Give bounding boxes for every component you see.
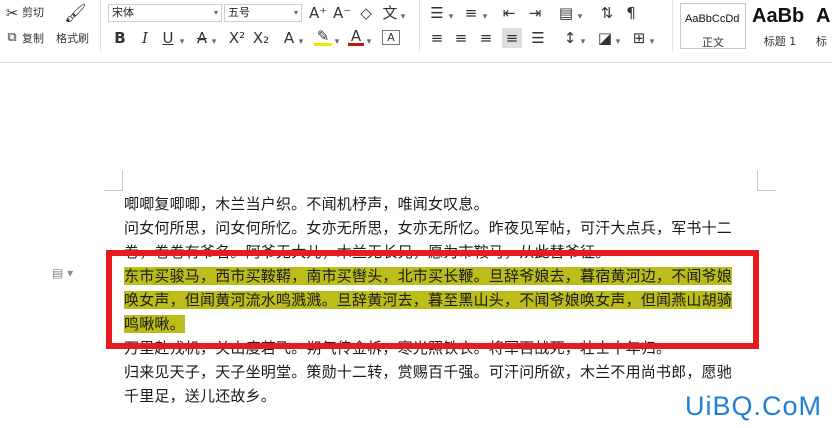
underline-icon[interactable]: U xyxy=(160,30,176,46)
text-effect-icon[interactable]: A xyxy=(281,30,297,46)
strikethrough-icon[interactable]: A xyxy=(194,30,210,46)
scissors-icon[interactable]: ✂ xyxy=(4,5,20,21)
paragraph-line: 归来见天子，天子坐明堂。策勋十二转，赏赐百千强。可汗问所欲，木兰不用尚书郎，愿驰 xyxy=(124,363,733,381)
chevron-down-icon[interactable]: ▾ xyxy=(399,9,407,25)
paragraph-menu-icon[interactable]: ▤ ▾ xyxy=(52,266,73,280)
font-name-value: 宋体 xyxy=(112,6,134,19)
font-color-icon[interactable]: A xyxy=(348,29,364,46)
chevron-down-icon[interactable]: ▾ xyxy=(576,9,584,25)
style-heading-2[interactable]: A 标 xyxy=(814,3,832,49)
justify-icon[interactable]: ≡ xyxy=(502,28,522,48)
ribbon-separator xyxy=(672,0,673,52)
chevron-down-icon[interactable]: ▾ xyxy=(614,34,622,50)
font-name-select[interactable]: 宋体 ▾ xyxy=(108,4,222,22)
chevron-down-icon[interactable]: ▾ xyxy=(297,34,305,50)
paragraph-mark-icon[interactable]: ¶ xyxy=(622,5,640,21)
copy-icon[interactable]: ⧉ xyxy=(4,30,20,46)
ribbon-toolbar: ✂ 剪切 ⧉ 复制 🖌 格式刷 宋体 ▾ 五号 ▾ A⁺ A⁻ ◇ 文 ▾ B … xyxy=(0,0,832,62)
copy-button[interactable]: 复制 xyxy=(22,32,44,46)
site-watermark: UiBQ.CoM xyxy=(684,391,822,421)
increase-indent-icon[interactable]: ⇥ xyxy=(526,5,544,21)
chevron-down-icon: ▾ xyxy=(213,8,218,17)
ribbon-separator xyxy=(100,0,101,52)
align-right-icon[interactable]: ≡ xyxy=(477,30,495,46)
phonetic-guide-icon[interactable]: 文 xyxy=(382,5,398,21)
chevron-down-icon[interactable]: ▾ xyxy=(178,34,186,50)
chevron-down-icon[interactable]: ▾ xyxy=(365,34,373,50)
style-sample: AaBb xyxy=(752,5,805,27)
font-size-select[interactable]: 五号 ▾ xyxy=(224,4,302,22)
superscript-icon[interactable]: X² xyxy=(228,30,246,46)
text-direction-icon[interactable]: ⇅ xyxy=(598,5,616,21)
paragraph-line: 唧唧复唧唧，木兰当户织。不闻机杼声，唯闻女叹息。 xyxy=(124,195,489,213)
shading-icon[interactable]: ◪ xyxy=(596,30,614,46)
italic-icon[interactable]: I xyxy=(137,30,153,46)
decrease-indent-icon[interactable]: ⇤ xyxy=(500,5,518,21)
format-painter-icon[interactable]: 🖌 xyxy=(64,4,87,24)
borders-icon[interactable]: ⊞ xyxy=(630,30,648,46)
chevron-down-icon[interactable]: ▾ xyxy=(648,34,656,50)
annotation-box xyxy=(106,250,759,349)
font-size-value: 五号 xyxy=(228,6,250,19)
margin-corner-mark xyxy=(104,170,123,191)
chevron-down-icon[interactable]: ▾ xyxy=(579,34,587,50)
chinese-layout-icon[interactable]: ▤ xyxy=(557,5,575,21)
chevron-down-icon[interactable]: ▾ xyxy=(210,34,218,50)
highlight-color-icon[interactable]: ✎ xyxy=(314,29,332,46)
shrink-font-icon[interactable]: A⁻ xyxy=(333,5,351,21)
style-normal[interactable]: AaBbCcDd 正文 xyxy=(680,3,746,49)
chevron-down-icon[interactable]: ▾ xyxy=(333,34,341,50)
numbered-list-icon[interactable]: ≡ xyxy=(462,5,480,21)
paragraph-line: 千里足，送儿还故乡。 xyxy=(124,387,277,405)
bold-icon[interactable]: B xyxy=(112,30,128,46)
line-spacing-icon[interactable]: ↕ xyxy=(561,30,579,46)
character-border-icon[interactable]: A xyxy=(382,30,400,45)
bullet-list-icon[interactable]: ☰ xyxy=(428,5,446,21)
ribbon-separator xyxy=(419,0,420,52)
style-label: 标题 1 xyxy=(763,35,797,48)
style-label: 正文 xyxy=(702,36,724,49)
distribute-icon[interactable]: ☰ xyxy=(529,30,547,46)
style-label: 标 xyxy=(816,35,827,48)
align-left-icon[interactable]: ≡ xyxy=(428,30,446,46)
style-sample: AaBbCcDd xyxy=(685,13,740,25)
style-sample: A xyxy=(816,5,831,27)
style-heading-1[interactable]: AaBb 标题 1 xyxy=(748,3,812,49)
cut-button[interactable]: 剪切 xyxy=(22,6,44,20)
grow-font-icon[interactable]: A⁺ xyxy=(309,5,327,21)
align-center-icon[interactable]: ≡ xyxy=(452,30,470,46)
chevron-down-icon[interactable]: ▾ xyxy=(481,9,489,25)
clear-format-icon[interactable]: ◇ xyxy=(357,5,375,21)
chevron-down-icon[interactable]: ▾ xyxy=(447,9,455,25)
margin-corner-mark xyxy=(757,170,776,191)
paragraph-line: 问女何所思，问女何所忆。女亦无所思，女亦无所忆。昨夜见军帖，可汗大点兵，军书十二 xyxy=(124,219,733,237)
subscript-icon[interactable]: X₂ xyxy=(252,30,270,46)
chevron-down-icon: ▾ xyxy=(293,8,298,17)
format-painter-button[interactable]: 格式刷 xyxy=(56,32,89,46)
